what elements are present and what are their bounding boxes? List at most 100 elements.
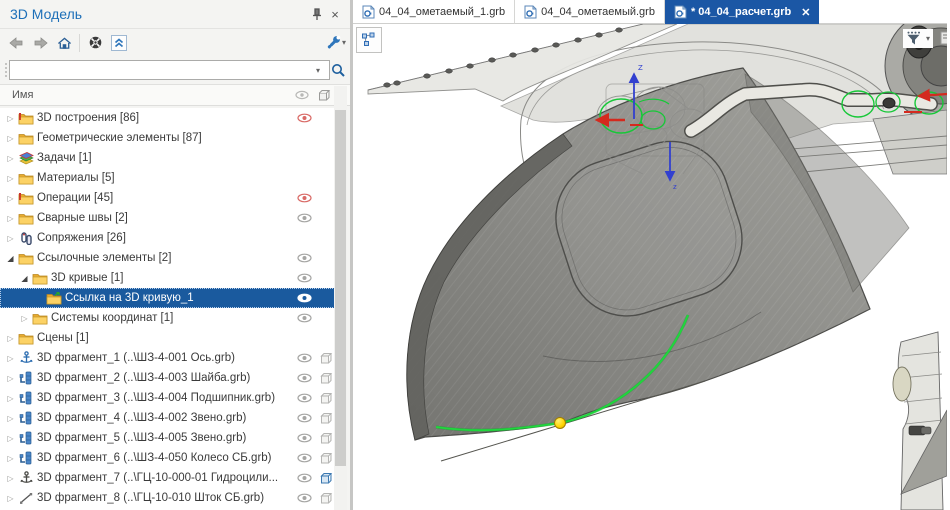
visibility-eye-icon[interactable] (293, 193, 315, 203)
visibility-eye-icon[interactable] (293, 273, 315, 283)
axis-label: Z (638, 64, 643, 72)
fragment-icon (17, 390, 35, 406)
expand-arrow-icon[interactable]: ▷ (4, 334, 17, 343)
tree-row[interactable]: ▷ 3D построения [86] (0, 108, 337, 128)
tree-row[interactable]: ▷3D фрагмент_4 (..\ШЗ-4-002 Звено.grb) (0, 408, 337, 428)
visibility-eye-icon[interactable] (293, 253, 315, 263)
search-dropdown-icon[interactable]: ▾ (316, 66, 328, 75)
tab-label: 04_04_ометаемый.grb (541, 6, 655, 18)
expand-arrow-icon[interactable]: ▷ (4, 134, 17, 143)
tree-row[interactable]: ▷3D фрагмент_7 (..\ГЦ-10-000-01 Гидроцил… (0, 468, 337, 488)
close-icon[interactable]: × (326, 5, 344, 23)
target-button[interactable] (83, 32, 107, 54)
tree-row[interactable]: ▷3D фрагмент_8 (..\ГЦ-10-010 Шток СБ.grb… (0, 488, 337, 508)
visibility-eye-icon[interactable] (293, 313, 315, 323)
back-button[interactable] (4, 32, 28, 54)
tree-row[interactable]: ▷ Операции [45] (0, 188, 337, 208)
tabbar-filler (819, 0, 947, 24)
expand-arrow-icon[interactable]: ◢ (18, 274, 31, 283)
pin-icon[interactable] (308, 5, 326, 23)
fragment-icon (17, 430, 35, 446)
expand-arrow-icon[interactable]: ▷ (4, 154, 17, 163)
visibility-eye-icon[interactable] (293, 433, 315, 443)
collapse-all-button[interactable] (107, 32, 131, 54)
tree-item-label: Сцены [1] (35, 332, 293, 344)
tree-item-label: Операции [45] (35, 192, 293, 204)
column-visibility-icon[interactable] (291, 90, 313, 100)
tree-row[interactable]: ▷3D фрагмент_5 (..\ШЗ-4-005 Звено.grb) (0, 428, 337, 448)
document-tab[interactable]: 04_04_ометаемый_1.grb (353, 0, 515, 24)
visibility-eye-icon[interactable] (293, 373, 315, 383)
expand-arrow-icon[interactable]: ▷ (4, 354, 17, 363)
visibility-eye-icon[interactable] (293, 473, 315, 483)
tree-row[interactable]: ▷3D фрагмент_6 (..\ШЗ-4-050 Колесо СБ.gr… (0, 448, 337, 468)
fragment-icon (17, 370, 35, 386)
expand-arrow-icon[interactable]: ▷ (4, 434, 17, 443)
filter-caret-icon[interactable]: ▾ (926, 34, 930, 43)
tree-row[interactable]: Ссылка на 3D кривую_1 (0, 288, 337, 308)
fragment-structure-button[interactable] (356, 27, 382, 53)
visibility-eye-icon[interactable] (293, 213, 315, 223)
tree-row[interactable]: ▷ Материалы [5] (0, 168, 337, 188)
visibility-eye-icon[interactable] (293, 493, 315, 503)
tree-row[interactable]: ▷3D фрагмент_1 (..\ШЗ-4-001 Ось.grb) (0, 348, 337, 368)
model-tree: ▷ 3D построения [86] ▷Геометрические элеме… (0, 108, 337, 510)
search-icon[interactable] (328, 60, 348, 80)
tree-item-label: Задачи [1] (35, 152, 293, 164)
tree-row[interactable]: ▷Сварные швы [2] (0, 208, 337, 228)
fragment-icon (17, 450, 35, 466)
expand-arrow-icon[interactable]: ▷ (4, 214, 17, 223)
expand-arrow-icon[interactable]: ▷ (18, 314, 31, 323)
visibility-eye-icon[interactable] (293, 453, 315, 463)
column-cube-icon[interactable] (313, 89, 335, 102)
drag-grip[interactable] (2, 60, 9, 80)
visibility-eye-icon[interactable] (293, 413, 315, 423)
tree-item-label: 3D построения [86] (35, 112, 293, 124)
visibility-eye-icon[interactable] (293, 293, 315, 303)
expand-arrow-icon[interactable]: ▷ (4, 454, 17, 463)
tree-row[interactable]: ▷3D фрагмент_3 (..\ШЗ-4-004 Подшипник.gr… (0, 388, 337, 408)
scrollbar-thumb[interactable] (335, 110, 346, 466)
expand-arrow-icon[interactable]: ▷ (4, 494, 17, 503)
visibility-eye-icon[interactable] (293, 113, 315, 123)
model-tree-panel: 3D Модель × (0, 0, 353, 510)
tree-row[interactable]: ◢3D кривые [1] (0, 268, 337, 288)
tree-row[interactable]: ▷ Задачи [1] (0, 148, 337, 168)
tree-row[interactable]: ▷ Сцены [1] (0, 328, 337, 348)
tree-row[interactable]: ▷3D фрагмент_2 (..\ШЗ-4-003 Шайба.grb) (0, 368, 337, 388)
cylinder-column[interactable] (893, 332, 947, 510)
forward-button[interactable] (28, 32, 52, 54)
document-tab[interactable]: 04_04_ометаемый.grb (515, 0, 665, 24)
mates-icon (17, 230, 35, 246)
settings-wrench-button[interactable]: ▾ (326, 35, 346, 50)
tree-column-header: Имя ∧ (0, 84, 350, 106)
viewport-3d[interactable]: ▾ (353, 24, 947, 510)
visibility-eye-icon[interactable] (293, 353, 315, 363)
tree-scrollbar[interactable] (334, 86, 347, 510)
line-icon (17, 490, 35, 506)
filter-button[interactable]: ▾ (903, 29, 933, 48)
tree-row[interactable]: ▷Сопряжения [26] (0, 228, 337, 248)
expand-arrow-icon[interactable]: ▷ (4, 394, 17, 403)
tree-row[interactable]: ▷Системы координат [1] (0, 308, 337, 328)
tree-row[interactable]: ◢Ссылочные элементы [2] (0, 248, 337, 268)
tab-label: * 04_04_расчет.grb (691, 6, 791, 18)
expand-arrow-icon[interactable]: ▷ (4, 374, 17, 383)
expand-arrow-icon[interactable]: ◢ (4, 254, 17, 263)
tree-item-label: Материалы [5] (35, 172, 293, 184)
expand-arrow-icon[interactable]: ▷ (4, 194, 17, 203)
scene-canvas[interactable]: Z z (353, 24, 947, 510)
tab-close-icon[interactable]: ✕ (801, 6, 810, 19)
expand-arrow-icon[interactable]: ▷ (4, 174, 17, 183)
search-input[interactable] (9, 60, 330, 80)
expand-arrow-icon[interactable]: ▷ (4, 414, 17, 423)
expand-arrow-icon[interactable]: ▷ (4, 234, 17, 243)
expand-arrow-icon[interactable]: ▷ (4, 114, 17, 123)
toolbar-separator (79, 34, 80, 52)
home-button[interactable] (52, 32, 76, 54)
document-tab[interactable]: * 04_04_расчет.grb ✕ (665, 0, 820, 24)
visibility-eye-icon[interactable] (293, 393, 315, 403)
curve-point-handle[interactable] (555, 418, 566, 429)
tree-row[interactable]: ▷Геометрические элементы [87] (0, 128, 337, 148)
expand-arrow-icon[interactable]: ▷ (4, 474, 17, 483)
